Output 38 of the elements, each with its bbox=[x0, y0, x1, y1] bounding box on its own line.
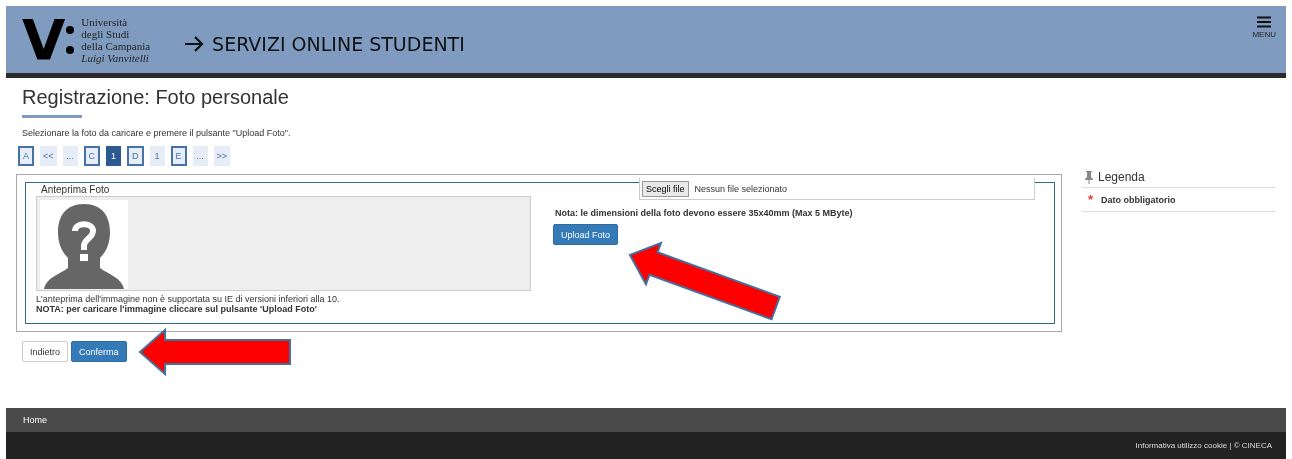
confirm-button[interactable]: Conferma bbox=[71, 341, 127, 362]
size-note: Nota: le dimensioni della foto devono essere 35x40mm (Max 5 MByte) bbox=[555, 208, 853, 218]
page-link[interactable]: D bbox=[127, 146, 144, 166]
home-link[interactable]: Home bbox=[23, 415, 47, 425]
site-title: SERVIZI ONLINE STUDENTI bbox=[212, 32, 465, 55]
upload-button[interactable]: Upload Foto bbox=[553, 224, 619, 245]
pin-icon bbox=[1084, 170, 1094, 184]
page-link[interactable]: >> bbox=[213, 146, 231, 166]
arrow-right-icon bbox=[184, 35, 205, 52]
logo-mark: V bbox=[22, 11, 64, 68]
instruction-text: Selezionare la foto da caricare e premere il pulsante "Upload Foto". bbox=[22, 128, 291, 138]
upload-note: NOTA: per caricare l'immagine cliccare sul pulsante 'Upload Foto' bbox=[36, 304, 318, 314]
logo-text: della Campania bbox=[81, 39, 151, 52]
legend-label: Dato obbligatorio bbox=[1101, 194, 1176, 205]
file-input[interactable]: Scegli file Nessun file selezionato bbox=[639, 178, 1035, 200]
logo-text: Università bbox=[81, 15, 129, 28]
menu-button[interactable]: MENU bbox=[1252, 16, 1276, 39]
preview-legend: Anteprima Foto bbox=[41, 184, 531, 195]
page-link[interactable]: A bbox=[18, 146, 34, 166]
back-button[interactable]: Indietro bbox=[22, 341, 69, 362]
logo-motto: Luigi Vanvitelli bbox=[81, 51, 149, 64]
page-title: Registrazione: Foto personale bbox=[22, 86, 289, 110]
menu-icon bbox=[1257, 16, 1272, 28]
page-link[interactable]: ... bbox=[62, 146, 78, 166]
page-link[interactable]: 1 bbox=[106, 146, 122, 166]
legend-title: Legenda bbox=[1098, 170, 1145, 184]
required-symbol: * bbox=[1088, 192, 1094, 207]
page-link[interactable]: 1 bbox=[149, 146, 165, 166]
file-status: Nessun file selezionato bbox=[694, 183, 788, 194]
logo-text: degli Studi bbox=[81, 27, 131, 40]
unknown-person-icon bbox=[40, 200, 128, 289]
footer-credits: Informativa utilizzo cookie | © CINECA bbox=[1135, 441, 1272, 450]
preview-note: L'anteprima dell'immagine non è supportata su IE di versioni inferiori alla 10. bbox=[36, 294, 341, 304]
page-link[interactable]: << bbox=[40, 146, 57, 166]
page-link[interactable]: ... bbox=[192, 146, 208, 166]
page-link[interactable]: C bbox=[83, 146, 101, 166]
page-link[interactable]: E bbox=[170, 146, 187, 166]
choose-file-button[interactable]: Scegli file bbox=[642, 180, 689, 197]
